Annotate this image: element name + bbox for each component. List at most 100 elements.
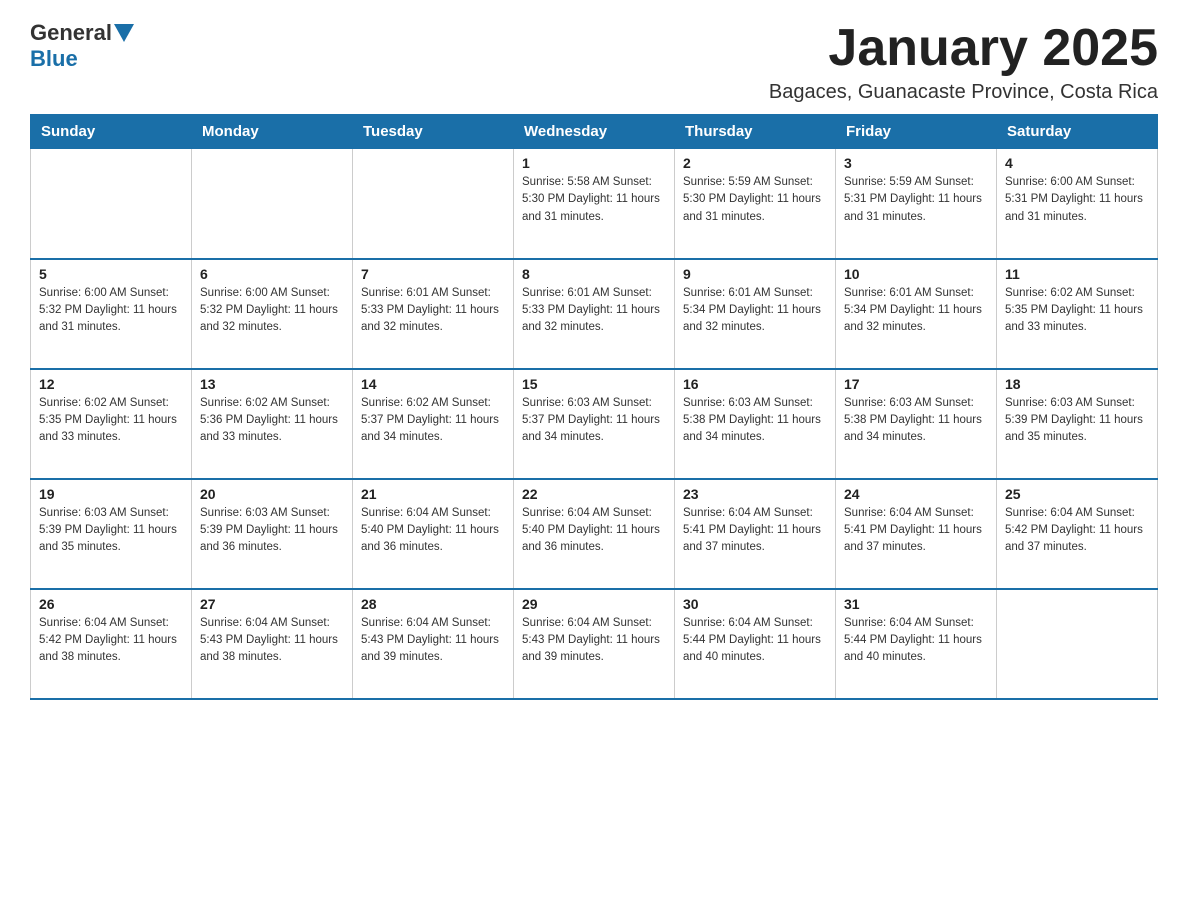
weekday-header-friday: Friday	[836, 115, 997, 149]
day-number: 17	[844, 376, 988, 392]
calendar-day-cell: 24 Sunrise: 6:04 AM Sunset: 5:41 PM Dayli…	[836, 479, 997, 589]
calendar-day-cell: 31 Sunrise: 6:04 AM Sunset: 5:44 PM Dayli…	[836, 589, 997, 699]
day-info: Sunrise: 6:03 AM Sunset: 5:38 PM Dayligh…	[844, 395, 988, 447]
day-info: Sunrise: 6:03 AM Sunset: 5:37 PM Dayligh…	[522, 395, 666, 447]
calendar-day-cell: 14 Sunrise: 6:02 AM Sunset: 5:37 PM Dayli…	[353, 369, 514, 479]
day-number: 5	[39, 266, 183, 282]
day-info: Sunrise: 6:00 AM Sunset: 5:32 PM Dayligh…	[200, 285, 344, 337]
calendar-day-cell: 11 Sunrise: 6:02 AM Sunset: 5:35 PM Dayli…	[997, 259, 1158, 369]
day-number: 28	[361, 596, 505, 612]
weekday-header-tuesday: Tuesday	[353, 115, 514, 149]
calendar-week-row: 12 Sunrise: 6:02 AM Sunset: 5:35 PM Dayli…	[31, 369, 1158, 479]
day-info: Sunrise: 6:01 AM Sunset: 5:34 PM Dayligh…	[844, 285, 988, 337]
day-info: Sunrise: 6:03 AM Sunset: 5:39 PM Dayligh…	[1005, 395, 1149, 447]
day-number: 12	[39, 376, 183, 392]
calendar-day-cell: 7 Sunrise: 6:01 AM Sunset: 5:33 PM Daylig…	[353, 259, 514, 369]
day-info: Sunrise: 6:02 AM Sunset: 5:36 PM Dayligh…	[200, 395, 344, 447]
calendar-day-cell: 27 Sunrise: 6:04 AM Sunset: 5:43 PM Dayli…	[192, 589, 353, 699]
day-info: Sunrise: 6:04 AM Sunset: 5:44 PM Dayligh…	[844, 615, 988, 667]
logo-triangle-icon	[114, 24, 134, 42]
day-info: Sunrise: 6:04 AM Sunset: 5:42 PM Dayligh…	[39, 615, 183, 667]
day-info: Sunrise: 6:01 AM Sunset: 5:33 PM Dayligh…	[361, 285, 505, 337]
logo-general-text: General	[30, 20, 112, 46]
calendar-day-cell: 19Sunrise: 6:03 AM Sunset: 5:39 PM Dayli…	[31, 479, 192, 589]
logo: General Blue	[30, 20, 136, 72]
day-number: 11	[1005, 266, 1149, 282]
day-info: Sunrise: 6:03 AM Sunset: 5:39 PM Dayligh…	[39, 505, 183, 557]
day-info: Sunrise: 6:03 AM Sunset: 5:39 PM Dayligh…	[200, 505, 344, 557]
day-info: Sunrise: 6:04 AM Sunset: 5:43 PM Dayligh…	[361, 615, 505, 667]
day-number: 16	[683, 376, 827, 392]
day-info: Sunrise: 6:00 AM Sunset: 5:31 PM Dayligh…	[1005, 174, 1149, 226]
calendar-day-cell: 23 Sunrise: 6:04 AM Sunset: 5:41 PM Dayli…	[675, 479, 836, 589]
calendar-day-cell: 15 Sunrise: 6:03 AM Sunset: 5:37 PM Dayli…	[514, 369, 675, 479]
day-info: Sunrise: 5:58 AM Sunset: 5:30 PM Dayligh…	[522, 174, 666, 226]
day-number: 14	[361, 376, 505, 392]
calendar-day-cell: 28 Sunrise: 6:04 AM Sunset: 5:43 PM Dayli…	[353, 589, 514, 699]
calendar-week-row: 19Sunrise: 6:03 AM Sunset: 5:39 PM Dayli…	[31, 479, 1158, 589]
weekday-header-row: SundayMondayTuesdayWednesdayThursdayFrid…	[31, 115, 1158, 149]
calendar-day-cell: 17 Sunrise: 6:03 AM Sunset: 5:38 PM Dayli…	[836, 369, 997, 479]
weekday-header-thursday: Thursday	[675, 115, 836, 149]
day-info: Sunrise: 6:01 AM Sunset: 5:34 PM Dayligh…	[683, 285, 827, 337]
day-info: Sunrise: 6:00 AM Sunset: 5:32 PM Dayligh…	[39, 285, 183, 337]
day-info: Sunrise: 5:59 AM Sunset: 5:31 PM Dayligh…	[844, 174, 988, 226]
calendar-day-cell: 12 Sunrise: 6:02 AM Sunset: 5:35 PM Dayli…	[31, 369, 192, 479]
day-number: 2	[683, 155, 827, 171]
day-info: Sunrise: 6:04 AM Sunset: 5:41 PM Dayligh…	[683, 505, 827, 557]
day-number: 1	[522, 155, 666, 171]
day-info: Sunrise: 6:02 AM Sunset: 5:37 PM Dayligh…	[361, 395, 505, 447]
day-number: 21	[361, 486, 505, 502]
month-title: January 2025	[769, 20, 1158, 77]
day-info: Sunrise: 6:04 AM Sunset: 5:43 PM Dayligh…	[200, 615, 344, 667]
day-number: 22	[522, 486, 666, 502]
weekday-header-monday: Monday	[192, 115, 353, 149]
calendar-day-cell: 26 Sunrise: 6:04 AM Sunset: 5:42 PM Dayli…	[31, 589, 192, 699]
day-info: Sunrise: 6:02 AM Sunset: 5:35 PM Dayligh…	[39, 395, 183, 447]
day-number: 31	[844, 596, 988, 612]
day-number: 26	[39, 596, 183, 612]
day-info: Sunrise: 6:04 AM Sunset: 5:42 PM Dayligh…	[1005, 505, 1149, 557]
page-header: General Blue January 2025 Bagaces, Guana…	[30, 20, 1158, 104]
calendar-day-cell: 25 Sunrise: 6:04 AM Sunset: 5:42 PM Dayli…	[997, 479, 1158, 589]
day-number: 20	[200, 486, 344, 502]
day-number: 8	[522, 266, 666, 282]
calendar-day-cell: 6 Sunrise: 6:00 AM Sunset: 5:32 PM Daylig…	[192, 259, 353, 369]
day-info: Sunrise: 6:01 AM Sunset: 5:33 PM Dayligh…	[522, 285, 666, 337]
day-number: 10	[844, 266, 988, 282]
location-subtitle: Bagaces, Guanacaste Province, Costa Rica	[769, 81, 1158, 104]
day-number: 9	[683, 266, 827, 282]
calendar-day-cell: 5 Sunrise: 6:00 AM Sunset: 5:32 PM Daylig…	[31, 259, 192, 369]
calendar-day-cell: 10 Sunrise: 6:01 AM Sunset: 5:34 PM Dayli…	[836, 259, 997, 369]
day-info: Sunrise: 6:04 AM Sunset: 5:40 PM Dayligh…	[522, 505, 666, 557]
calendar-day-cell: 16 Sunrise: 6:03 AM Sunset: 5:38 PM Dayli…	[675, 369, 836, 479]
day-info: Sunrise: 6:04 AM Sunset: 5:43 PM Dayligh…	[522, 615, 666, 667]
calendar-day-cell: 1 Sunrise: 5:58 AM Sunset: 5:30 PM Daylig…	[514, 149, 675, 259]
calendar-day-cell: 21Sunrise: 6:04 AM Sunset: 5:40 PM Dayli…	[353, 479, 514, 589]
calendar-week-row: 26 Sunrise: 6:04 AM Sunset: 5:42 PM Dayli…	[31, 589, 1158, 699]
calendar-day-cell: 30Sunrise: 6:04 AM Sunset: 5:44 PM Dayli…	[675, 589, 836, 699]
day-number: 23	[683, 486, 827, 502]
weekday-header-sunday: Sunday	[31, 115, 192, 149]
day-number: 24	[844, 486, 988, 502]
day-number: 6	[200, 266, 344, 282]
logo-blue-text: Blue	[30, 46, 78, 72]
weekday-header-wednesday: Wednesday	[514, 115, 675, 149]
day-number: 18	[1005, 376, 1149, 392]
day-info: Sunrise: 6:02 AM Sunset: 5:35 PM Dayligh…	[1005, 285, 1149, 337]
calendar-day-cell: 20 Sunrise: 6:03 AM Sunset: 5:39 PM Dayli…	[192, 479, 353, 589]
day-number: 7	[361, 266, 505, 282]
day-info: Sunrise: 5:59 AM Sunset: 5:30 PM Dayligh…	[683, 174, 827, 226]
day-info: Sunrise: 6:03 AM Sunset: 5:38 PM Dayligh…	[683, 395, 827, 447]
day-number: 15	[522, 376, 666, 392]
calendar-day-cell: 22 Sunrise: 6:04 AM Sunset: 5:40 PM Dayli…	[514, 479, 675, 589]
calendar-day-cell: 13Sunrise: 6:02 AM Sunset: 5:36 PM Dayli…	[192, 369, 353, 479]
calendar-day-cell: 4Sunrise: 6:00 AM Sunset: 5:31 PM Daylig…	[997, 149, 1158, 259]
calendar-day-cell	[997, 589, 1158, 699]
calendar-table: SundayMondayTuesdayWednesdayThursdayFrid…	[30, 114, 1158, 700]
day-number: 27	[200, 596, 344, 612]
calendar-day-cell: 3Sunrise: 5:59 AM Sunset: 5:31 PM Daylig…	[836, 149, 997, 259]
calendar-day-cell: 8 Sunrise: 6:01 AM Sunset: 5:33 PM Daylig…	[514, 259, 675, 369]
day-number: 25	[1005, 486, 1149, 502]
day-info: Sunrise: 6:04 AM Sunset: 5:41 PM Dayligh…	[844, 505, 988, 557]
